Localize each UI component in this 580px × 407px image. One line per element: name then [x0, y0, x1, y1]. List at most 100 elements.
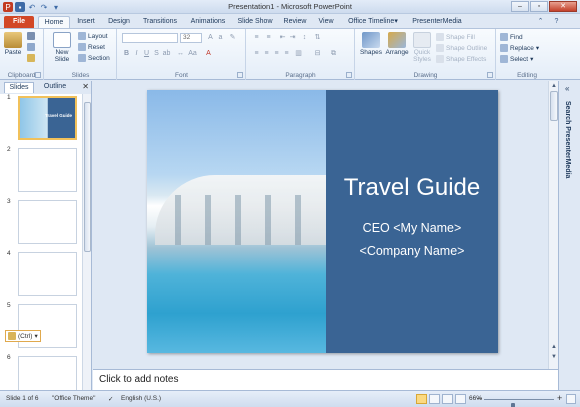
current-slide[interactable]: Travel Guide CEO <My Name> <Company Name… — [147, 90, 498, 353]
collapse-panel-icon[interactable]: « — [565, 84, 569, 93]
tab-presentermedia[interactable]: PresenterMedia — [410, 16, 464, 28]
drawing-launcher-icon[interactable] — [487, 72, 493, 78]
numbering-icon[interactable]: ≡ — [264, 33, 273, 42]
zoom-slider[interactable] — [484, 399, 554, 407]
slide-subtitle-line[interactable]: CEO <My Name> — [326, 221, 498, 235]
section-button[interactable]: Section — [78, 54, 110, 62]
copy-button[interactable] — [27, 43, 35, 51]
maximize-button[interactable]: ▫ — [530, 1, 548, 12]
shadow-icon[interactable]: S — [152, 49, 161, 58]
paragraph-launcher-icon[interactable] — [346, 72, 352, 78]
slide-thumbnail[interactable]: Travel Guide — [18, 96, 77, 140]
tab-slide-show[interactable]: Slide Show — [236, 16, 274, 28]
scroll-up-icon[interactable]: ▲ — [550, 82, 558, 90]
close-button[interactable]: ✕ — [549, 1, 577, 12]
next-slide-icon[interactable]: ▼ — [550, 353, 558, 361]
font-launcher-icon[interactable] — [237, 72, 243, 78]
zoom-out-icon[interactable]: – — [477, 393, 482, 403]
slide-thumbnail[interactable] — [18, 356, 77, 390]
slide-sorter-button[interactable] — [429, 394, 440, 404]
slide-scrollbar[interactable]: ▲ ▲ ▼ — [548, 81, 558, 369]
decrease-indent-icon[interactable]: ⇤ — [278, 33, 287, 42]
slide-title[interactable]: Travel Guide — [326, 174, 498, 202]
italic-icon[interactable]: I — [132, 49, 141, 58]
slide-show-button[interactable] — [455, 394, 466, 404]
tab-animations[interactable]: Animations — [188, 16, 228, 28]
align-left-icon[interactable]: ≡ — [252, 49, 261, 58]
side-panel-label[interactable]: Search PresenterMedia — [564, 101, 571, 178]
change-case-icon[interactable]: Aa — [188, 49, 197, 58]
replace-button[interactable]: Replace ▾ — [500, 44, 539, 52]
spelling-icon[interactable]: ✓ — [108, 395, 113, 403]
reading-view-button[interactable] — [442, 394, 453, 404]
slide-thumbnail[interactable] — [18, 148, 77, 192]
tab-transitions[interactable]: Transitions — [140, 16, 180, 28]
bold-icon[interactable]: B — [122, 49, 131, 58]
align-center-icon[interactable]: ≡ — [262, 49, 271, 58]
language-indicator[interactable]: English (U.S.) — [121, 395, 161, 402]
tab-file[interactable]: File — [4, 16, 34, 28]
help-icon[interactable]: ? — [552, 17, 561, 26]
quick-styles-button[interactable]: Quick Styles — [410, 32, 434, 63]
normal-view-button[interactable] — [416, 394, 427, 404]
bullets-icon[interactable]: ≡ — [252, 33, 261, 42]
zoom-slider-thumb[interactable] — [511, 403, 516, 407]
find-button[interactable]: Find — [500, 33, 523, 41]
char-spacing-icon[interactable]: ↔ — [176, 49, 185, 58]
pane-scrollbar[interactable] — [82, 94, 91, 390]
arrange-button[interactable]: Arrange — [384, 32, 410, 56]
align-right-icon[interactable]: ≡ — [272, 49, 281, 58]
increase-indent-icon[interactable]: ⇥ — [288, 33, 297, 42]
columns-icon[interactable]: ▥ — [294, 49, 303, 58]
tab-home[interactable]: Home — [38, 16, 70, 28]
font-name-combo[interactable] — [122, 33, 178, 43]
fit-slide-button[interactable] — [566, 394, 576, 404]
paste-options-button[interactable]: (Ctrl) ▾ — [5, 330, 41, 342]
slide-thumbnail[interactable] — [18, 252, 77, 296]
line-spacing-icon[interactable]: ↕ — [300, 33, 309, 42]
underline-icon[interactable]: U — [142, 49, 151, 58]
grow-font-icon[interactable]: A — [206, 33, 215, 42]
text-direction-icon[interactable]: ⇅ — [313, 33, 322, 42]
select-button[interactable]: Select ▾ — [500, 55, 533, 63]
align-text-icon[interactable]: ⊟ — [313, 49, 322, 58]
shapes-button[interactable]: Shapes — [358, 32, 384, 56]
close-pane-icon[interactable]: ✕ — [82, 82, 89, 91]
tab-slides[interactable]: Slides — [4, 82, 34, 93]
justify-icon[interactable]: ≡ — [282, 49, 291, 58]
layout-button[interactable]: Layout — [78, 32, 108, 40]
font-color-icon[interactable]: A — [204, 49, 213, 58]
font-size-combo[interactable]: 32 — [180, 33, 202, 43]
shape-outline-button[interactable]: Shape Outline — [436, 44, 487, 52]
minimize-ribbon-icon[interactable]: ⌃ — [536, 17, 545, 26]
shape-fill-button[interactable]: Shape Fill — [436, 33, 475, 41]
smartart-icon[interactable]: ⧉ — [329, 49, 338, 58]
notes-pane[interactable]: Click to add notes — [93, 369, 558, 390]
cut-button[interactable] — [27, 32, 35, 40]
tab-design[interactable]: Design — [106, 16, 132, 28]
slide-thumbnail[interactable] — [18, 200, 77, 244]
tab-view[interactable]: View — [316, 16, 336, 28]
slide-scroll-thumb[interactable] — [550, 91, 558, 121]
zoom-in-icon[interactable]: + — [557, 393, 562, 403]
strikethrough-icon[interactable]: ab — [162, 49, 171, 58]
tab-review[interactable]: Review — [282, 16, 308, 28]
tab-office-timeline[interactable]: Office Timeline▾ — [344, 16, 402, 28]
tab-outline[interactable]: Outline — [38, 82, 72, 93]
notes-placeholder[interactable]: Click to add notes — [99, 374, 179, 385]
pane-scroll-thumb[interactable] — [84, 102, 91, 252]
minimize-button[interactable]: – — [511, 1, 529, 12]
paste-button[interactable]: Paste — [3, 32, 23, 56]
pool-photo[interactable] — [147, 90, 326, 353]
new-slide-button[interactable]: New Slide — [48, 32, 76, 63]
clipboard-launcher-icon[interactable] — [35, 72, 41, 78]
clear-format-icon[interactable]: ✎ — [228, 33, 237, 42]
shrink-font-icon[interactable]: a — [216, 33, 225, 42]
reset-button[interactable]: Reset — [78, 43, 105, 51]
format-painter-button[interactable] — [27, 54, 35, 62]
slide-subtitle-line[interactable]: <Company Name> — [326, 244, 498, 258]
previous-slide-icon[interactable]: ▲ — [550, 343, 558, 351]
new-slide-label: New Slide — [54, 49, 70, 63]
tab-insert[interactable]: Insert — [74, 16, 98, 28]
shape-effects-button[interactable]: Shape Effects — [436, 55, 486, 63]
